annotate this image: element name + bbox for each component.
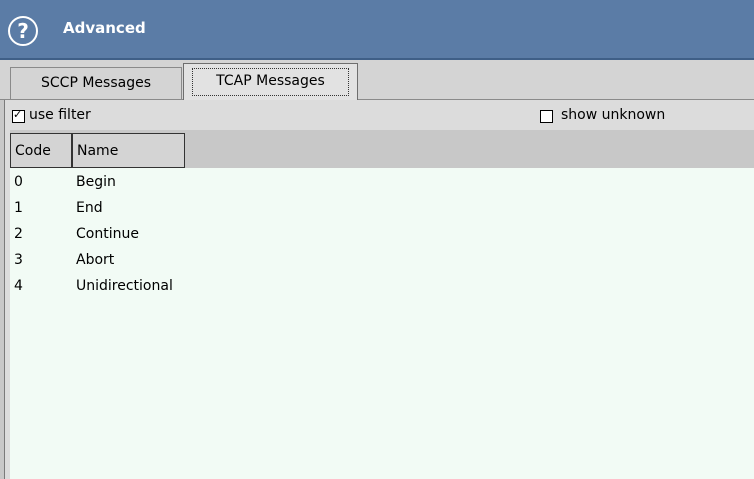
- cell-name: Begin: [76, 174, 116, 190]
- cell-code: 3: [14, 252, 23, 268]
- cell-code: 4: [14, 278, 23, 294]
- table-row[interactable]: 0 Begin: [10, 169, 754, 195]
- window-title: Advanced: [63, 19, 146, 37]
- show-unknown-checkbox[interactable]: [540, 110, 553, 123]
- title-bar: ? Advanced: [0, 0, 754, 60]
- tab-sccp-messages[interactable]: SCCP Messages: [10, 67, 182, 99]
- table-row[interactable]: 4 Unidirectional: [10, 273, 754, 299]
- panel-left-border: [0, 100, 5, 479]
- tab-tcap-messages[interactable]: TCAP Messages: [183, 63, 358, 100]
- show-unknown-label[interactable]: show unknown: [561, 107, 665, 123]
- cell-name: Unidirectional: [76, 278, 173, 294]
- tab-tcap-label: TCAP Messages: [192, 68, 349, 96]
- cell-code: 2: [14, 226, 23, 242]
- cell-code: 1: [14, 200, 23, 216]
- use-filter-checkbox[interactable]: [12, 108, 25, 123]
- cell-name: Abort: [76, 252, 115, 268]
- use-filter-label[interactable]: use filter: [29, 107, 91, 123]
- column-header-code[interactable]: Code: [10, 133, 72, 168]
- help-icon[interactable]: ?: [8, 16, 38, 46]
- cell-name: End: [76, 200, 103, 216]
- cell-code: 0: [14, 174, 23, 190]
- cell-name: Continue: [76, 226, 139, 242]
- table-row[interactable]: 2 Continue: [10, 221, 754, 247]
- table-row[interactable]: 3 Abort: [10, 247, 754, 273]
- table-row[interactable]: 1 End: [10, 195, 754, 221]
- column-header-name[interactable]: Name: [72, 133, 185, 168]
